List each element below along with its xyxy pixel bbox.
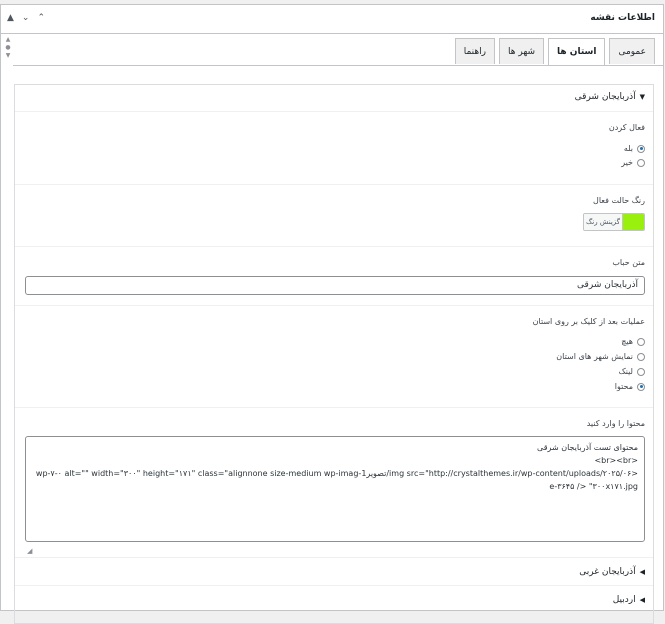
bubble-text-section: متن حباب آذربایجان شرقی	[15, 247, 653, 306]
accordion-header-east-azerbaijan[interactable]: ▼ آذربایجان شرقی	[15, 85, 653, 112]
caret-right-icon: ◀	[639, 596, 645, 604]
radio-show-cities[interactable]: نمایش شهر های استان	[556, 352, 645, 361]
tab-bar: عمومی استان ها شهر ها راهنما	[454, 38, 655, 66]
accordion-title: آذربایجان شرقی	[574, 92, 636, 102]
metabox-header: اطلاعات نقشه ▲ ⌄ ⌃	[1, 5, 663, 34]
resize-handle-icon[interactable]: ◢	[27, 547, 32, 555]
map-info-metabox: اطلاعات نقشه ▲ ⌄ ⌃ ▲ ● ▼ عمومی استان ها شه…	[0, 4, 664, 624]
drag-handle-icon[interactable]: ▲ ● ▼	[4, 36, 12, 62]
tab-help[interactable]: راهنما	[454, 38, 495, 64]
caret-down-icon: ▼	[639, 93, 645, 101]
move-up-icon[interactable]: ⌃	[37, 13, 45, 23]
radio-show-cities-label: نمایش شهر های استان	[556, 352, 633, 361]
accordion-header-west-azerbaijan[interactable]: ◀ آذربایجان غربی	[15, 558, 653, 586]
enable-label: فعال کردن	[608, 123, 645, 132]
radio-none-button[interactable]	[637, 337, 645, 346]
metabox-controls: ▲ ⌄ ⌃	[7, 13, 45, 23]
tab-divider	[13, 65, 663, 66]
radio-content[interactable]: محتوا	[615, 382, 645, 391]
radio-yes-button[interactable]	[637, 144, 645, 153]
accordion-title: آذربایجان غربی	[579, 567, 636, 577]
bubble-text-label: متن حباب	[612, 258, 645, 267]
color-picker-button[interactable]: گزینش رنگ	[583, 213, 645, 231]
metabox-title: اطلاعات نقشه	[590, 13, 655, 23]
color-swatch	[623, 214, 644, 230]
radio-show-cities-button[interactable]	[637, 352, 645, 361]
radio-none-label: هیچ	[621, 337, 633, 346]
radio-yes-label: بله	[623, 144, 633, 153]
radio-none[interactable]: هیچ	[621, 337, 645, 346]
provinces-panel: ▼ آذربایجان شرقی فعال کردن بله خیر رنگ ح…	[14, 84, 654, 624]
radio-no[interactable]: خیر	[621, 158, 645, 167]
collapse-toggle-icon[interactable]: ▲	[7, 13, 14, 23]
tab-general[interactable]: عمومی	[609, 38, 655, 64]
tab-cities[interactable]: شهر ها	[499, 38, 545, 64]
radio-content-button[interactable]	[637, 382, 645, 391]
accordion-title: اردبیل	[612, 595, 636, 605]
enable-section: فعال کردن بله خیر	[15, 112, 653, 185]
tab-provinces[interactable]: استان ها	[548, 38, 606, 66]
content-textarea[interactable]: محتوای تست آذربایجان شرقی <br><br> <img …	[25, 436, 645, 542]
caret-right-icon: ◀	[639, 568, 645, 576]
content-label: محتوا را وارد کنید	[586, 419, 645, 428]
click-action-label: عملیات بعد از کلیک بر روی استان	[532, 317, 645, 326]
bubble-text-input[interactable]: آذربایجان شرقی	[25, 276, 645, 295]
click-action-section: عملیات بعد از کلیک بر روی استان هیچ نمای…	[15, 306, 653, 408]
accordion-header-ardabil[interactable]: ◀ اردبیل	[15, 586, 653, 614]
content-section: محتوا را وارد کنید محتوای تست آذربایجان …	[15, 408, 653, 558]
radio-no-button[interactable]	[637, 158, 645, 167]
radio-no-label: خیر	[621, 158, 633, 167]
radio-link-button[interactable]	[637, 367, 645, 376]
radio-link-label: لینک	[618, 367, 633, 376]
radio-link[interactable]: لینک	[619, 367, 645, 376]
radio-content-label: محتوا	[614, 382, 633, 391]
active-color-label: رنگ حالت فعال	[593, 196, 645, 205]
color-picker-label: گزینش رنگ	[584, 214, 623, 230]
move-down-icon[interactable]: ⌄	[22, 13, 30, 23]
radio-yes[interactable]: بله	[624, 144, 645, 153]
active-color-section: رنگ حالت فعال گزینش رنگ	[15, 185, 653, 247]
